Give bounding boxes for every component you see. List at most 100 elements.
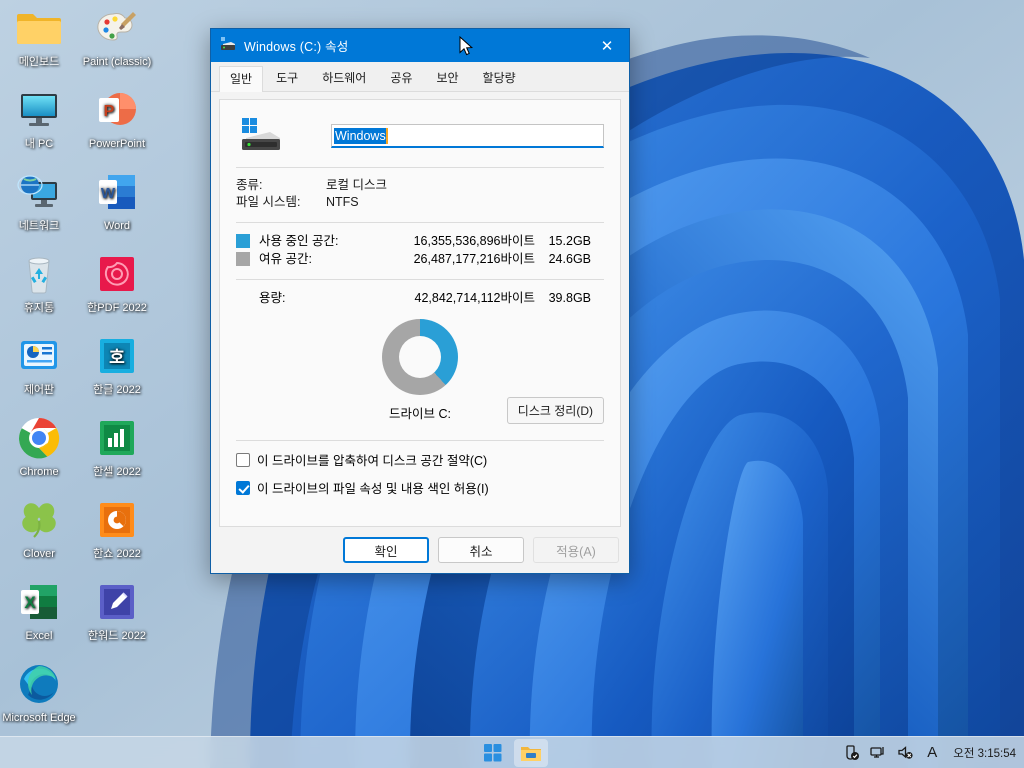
tab-2[interactable]: 하드웨어 [311,65,377,91]
usage-label: 사용 중인 공간: [259,234,339,248]
hanshow-icon [93,496,141,544]
desktop-icon-label: 한셀 2022 [93,466,141,478]
drive-info-list: 종류: 로컬 디스크 파일 시스템: NTFS [236,177,604,211]
usage-bytes: 26,487,177,216바이트 [413,252,535,266]
capacity-gb: 39.8GB [548,291,591,305]
dialog-button-2: 적용(A) [533,537,619,563]
volume-name-input[interactable]: Windows [331,124,604,148]
svg-text:P: P [104,103,115,120]
speaker-muted-icon[interactable] [896,744,914,762]
drive-icon [220,37,236,54]
desktop-icon-powerpoint[interactable]: P PowerPoint [78,86,156,150]
dialog-button-0[interactable]: 확인 [343,537,429,563]
desktop-icon-label: 한PDF 2022 [87,302,147,314]
desktop-icon-edge[interactable]: Microsoft Edge [0,660,78,724]
info-value: 로컬 디스크 [326,178,387,192]
dialog-title: Windows (C:) 속성 [244,40,349,54]
desktop-icon-folder[interactable]: 메인보드 [0,4,78,68]
powerpoint-icon: P [93,86,141,134]
info-key: 파일 시스템: [236,195,301,209]
checkbox[interactable] [236,480,250,495]
desktop-icon-clover[interactable]: Clover [0,496,78,560]
excel-icon: X [15,578,63,626]
hanpdf-icon [93,250,141,298]
drive-info-row: 파일 시스템: NTFS [236,194,604,211]
desktop-icon-network[interactable]: 네트워크 [0,168,78,232]
file-explorer-button[interactable] [514,738,548,767]
capacity-swatch-spacer [236,291,250,305]
desktop-icon-label: 네트워크 [18,220,60,232]
desktop-icon-label: Chrome [19,466,59,478]
tab-0[interactable]: 일반 [219,66,264,92]
folder-icon [15,4,63,52]
desktop-icon-control-panel[interactable]: 제어판 [0,332,78,396]
desktop-icon-label: Paint (classic) [82,56,152,68]
desktop-icon-label: 휴지통 [23,302,55,314]
desktop-icon-hanpdf[interactable]: 한PDF 2022 [78,250,156,314]
usage-bytes: 16,355,536,896바이트 [413,234,535,248]
desktop[interactable]: 메인보드내 PC 네트워크휴지통제어판 Chrome Clover X Excel Micr… [0,0,1024,768]
disk-usage-donut [382,319,458,395]
tab-1[interactable]: 도구 [265,65,309,91]
desktop-icon-hancell[interactable]: 한셀 2022 [78,414,156,478]
space-usage-list: 사용 중인 공간: 16,355,536,896바이트 15.2GB 여유 공간: 26… [236,232,604,268]
taskbar-clock[interactable]: 오전 3:15:54 [953,745,1016,761]
usage-color-swatch [236,252,250,266]
tab-3[interactable]: 공유 [379,65,423,91]
desktop-icon-hangul[interactable]: 호 한글 2022 [78,332,156,396]
desktop-icon-this-pc[interactable]: 내 PC [0,86,78,150]
disk-cleanup-button[interactable]: 디스크 정리(D) [506,397,604,424]
usage-gb: 24.6GB [548,252,591,266]
desktop-icon-label: PowerPoint [88,138,146,150]
dialog-button-1[interactable]: 취소 [438,537,524,563]
desktop-icon-label: Microsoft Edge [2,712,76,724]
desktop-icon-hanword[interactable]: 한워드 2022 [78,578,156,642]
tab-5[interactable]: 할당량 [472,65,527,91]
dialog-tabs[interactable]: 일반 도구 하드웨어 공유 보안 할당량 [211,62,629,92]
security-shield-icon[interactable] [842,744,860,762]
space-usage-row: 여유 공간: 26,487,177,216바이트 24.6GB [236,250,604,268]
desktop-icon-excel[interactable]: X Excel [0,578,78,642]
network-icon [15,168,63,216]
svg-text:호: 호 [109,348,125,367]
ime-indicator[interactable]: A [923,744,941,762]
drive-large-icon [236,116,284,156]
space-usage-row: 사용 중인 공간: 16,355,536,896바이트 15.2GB [236,232,604,250]
desktop-icon-label: 한워드 2022 [88,630,146,642]
drive-option-checkbox-row[interactable]: 이 드라이브를 압축하여 디스크 공간 절약(C) [236,450,604,469]
desktop-icon-label: 메인보드 [18,56,60,68]
desktop-icon-recycle-bin[interactable]: 휴지통 [0,250,78,314]
desktop-icon-label: Excel [25,630,53,642]
system-tray[interactable]: A 오전 3:15:54 [842,744,1016,762]
drive-option-checkbox-row[interactable]: 이 드라이브의 파일 속성 및 내용 색인 허용(I) [236,478,604,497]
dialog-titlebar[interactable]: Windows (C:) 속성 ✕ [211,29,629,62]
volume-name-row: Windows [236,116,604,156]
checkbox-label: 이 드라이브를 압축하여 디스크 공간 절약(C) [257,454,488,468]
divider-2 [236,222,604,223]
this-pc-icon [15,86,63,134]
taskbar-buttons [476,738,548,767]
drive-options-checkboxes: 이 드라이브를 압축하여 디스크 공간 절약(C) 이 드라이브의 파일 속성 및… [236,450,604,497]
divider-4 [236,440,604,441]
desktop-icon-word[interactable]: W Word [78,168,156,232]
start-button[interactable] [476,739,510,767]
close-icon[interactable]: ✕ [585,29,629,62]
checkbox[interactable] [236,452,250,467]
desktop-icon-paint[interactable]: Paint (classic) [78,4,156,68]
desktop-icon-hanshow[interactable]: 한쇼 2022 [78,496,156,560]
drive-info-row: 종류: 로컬 디스크 [236,177,604,194]
word-icon: W [93,168,141,216]
usage-label: 여유 공간: [259,252,312,266]
svg-text:X: X [24,593,36,612]
paint-icon [93,4,141,52]
hancell-icon [93,414,141,462]
desktop-icon-label: Clover [23,548,55,560]
desktop-icon-chrome[interactable]: Chrome [0,414,78,478]
clover-icon [15,496,63,544]
desktop-icon-label: 한쇼 2022 [93,548,141,560]
taskbar[interactable]: A 오전 3:15:54 [0,736,1024,768]
network-icon[interactable] [869,744,887,762]
drive-properties-dialog[interactable]: Windows (C:) 속성 ✕ 일반 도구 하드웨어 공유 보안 할당량 W… [210,28,630,574]
tab-4[interactable]: 보안 [425,65,469,91]
capacity-label: 용량: [259,291,286,305]
